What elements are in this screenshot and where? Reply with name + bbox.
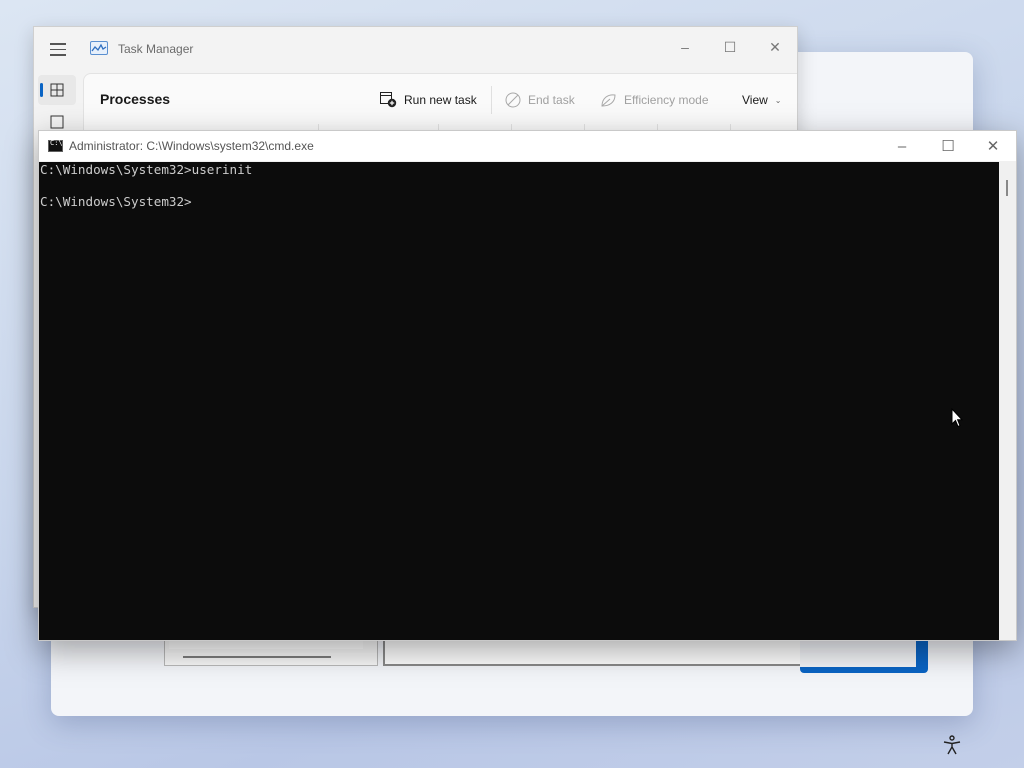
leaf-icon: [601, 93, 616, 107]
console-line: C:\Windows\System32>userinit: [40, 162, 253, 177]
scrollbar-thumb[interactable]: [1006, 180, 1008, 196]
cmd-icon: [48, 139, 63, 152]
end-task-button[interactable]: End task: [505, 84, 575, 116]
close-button[interactable]: ✕: [760, 33, 790, 61]
view-label: View: [742, 93, 768, 107]
background-scrollbar[interactable]: [183, 656, 331, 658]
minimize-button[interactable]: –: [670, 33, 700, 61]
cmd-minimize-button[interactable]: –: [879, 131, 925, 161]
cmd-window: Administrator: C:\Windows\system32\cmd.e…: [38, 130, 1017, 641]
toolbar-divider: [491, 86, 492, 114]
console-scrollbar[interactable]: [999, 162, 1016, 640]
nav-performance[interactable]: [38, 115, 76, 129]
cmd-window-title: Administrator: C:\Windows\system32\cmd.e…: [69, 139, 314, 153]
task-manager-icon: [90, 41, 108, 60]
cmd-titlebar[interactable]: Administrator: C:\Windows\system32\cmd.e…: [39, 131, 1016, 161]
hamburger-menu-icon[interactable]: [50, 43, 66, 57]
page-title: Processes: [100, 91, 171, 107]
view-button[interactable]: View ⌄: [742, 84, 782, 116]
cmd-maximize-button[interactable]: ☐: [925, 131, 971, 161]
accessibility-icon[interactable]: [941, 734, 963, 761]
efficiency-mode-button[interactable]: Efficiency mode: [600, 84, 709, 116]
end-task-label: End task: [528, 93, 575, 107]
cmd-close-button[interactable]: ✕: [970, 131, 1016, 161]
processes-icon: [50, 83, 64, 97]
end-task-icon: [505, 92, 521, 108]
mouse-cursor-icon: [951, 407, 964, 433]
efficiency-mode-label: Efficiency mode: [624, 93, 709, 107]
chevron-down-icon: ⌄: [774, 95, 782, 105]
console-line: C:\Windows\System32>: [40, 194, 192, 209]
nav-processes[interactable]: [38, 75, 76, 105]
window-title: Task Manager: [118, 42, 194, 56]
performance-icon: [50, 115, 64, 129]
run-new-task-icon: [380, 92, 397, 108]
run-new-task-label: Run new task: [404, 93, 477, 107]
run-new-task-button[interactable]: Run new task: [380, 84, 477, 116]
console-output[interactable]: C:\Windows\System32>userinit C:\Windows\…: [39, 162, 999, 640]
maximize-button[interactable]: ☐: [715, 33, 745, 61]
